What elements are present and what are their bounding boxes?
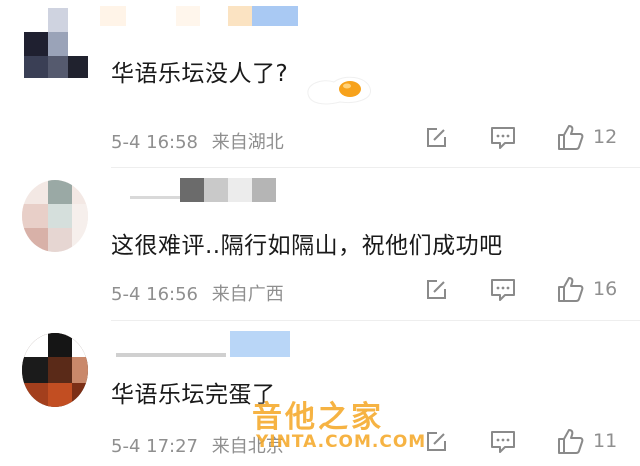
avatar[interactable] <box>22 333 88 407</box>
comment-icon <box>491 127 515 149</box>
watermark-title: 音他之家 <box>252 400 384 435</box>
like-count: 16 <box>593 278 618 300</box>
watermark-subtitle: YINTA.COM.COM <box>256 432 427 452</box>
comment-icon <box>491 431 515 453</box>
username-blurred[interactable] <box>100 6 300 28</box>
avatar[interactable] <box>22 180 88 252</box>
avatar[interactable] <box>24 8 88 78</box>
edit-icon <box>427 432 446 451</box>
username-blurred[interactable] <box>130 176 290 204</box>
comment-time: 5-4 16:58 <box>111 132 198 153</box>
comment-button[interactable] <box>490 278 516 302</box>
comment-location: 来自湖北 <box>211 132 284 153</box>
comment-text: 这很难评..隔行如隔山，祝他们成功吧 <box>111 233 503 259</box>
username-blurred[interactable] <box>110 329 300 363</box>
comment-icon <box>491 279 515 301</box>
thumbs-up-icon <box>558 125 584 150</box>
comment-button[interactable] <box>490 126 516 150</box>
comment-time: 5-4 16:56 <box>111 284 198 305</box>
edit-button[interactable] <box>424 126 448 150</box>
edit-button[interactable] <box>424 278 448 302</box>
comment-item-1: 华语乐坛没人了? 5-4 16:58 来自湖北 12 <box>0 0 640 166</box>
comment-button[interactable] <box>490 430 516 454</box>
like-count: 12 <box>593 126 618 148</box>
comment-text: 华语乐坛完蛋了 <box>111 382 276 408</box>
thumbs-up-icon <box>558 429 584 454</box>
like-button[interactable]: 12 <box>556 123 617 151</box>
edit-button[interactable] <box>424 430 448 454</box>
comment-meta: 5-4 16:56 来自广西 <box>111 280 284 306</box>
comment-item-2: 这很难评..隔行如隔山，祝他们成功吧 5-4 16:56 来自广西 16 <box>0 168 640 318</box>
thumbs-up-icon <box>558 277 584 302</box>
like-count: 11 <box>593 430 618 452</box>
like-button[interactable]: 16 <box>556 275 617 303</box>
edit-icon <box>427 128 446 147</box>
comment-location: 来自广西 <box>211 284 284 305</box>
comment-meta: 5-4 16:58 来自湖北 <box>111 128 284 154</box>
comment-text: 华语乐坛没人了? <box>111 61 289 87</box>
like-button[interactable]: 11 <box>556 427 617 455</box>
edit-icon <box>427 280 446 299</box>
fried-egg-emoji-icon <box>304 72 374 106</box>
comment-time: 5-4 17:27 <box>111 436 198 457</box>
